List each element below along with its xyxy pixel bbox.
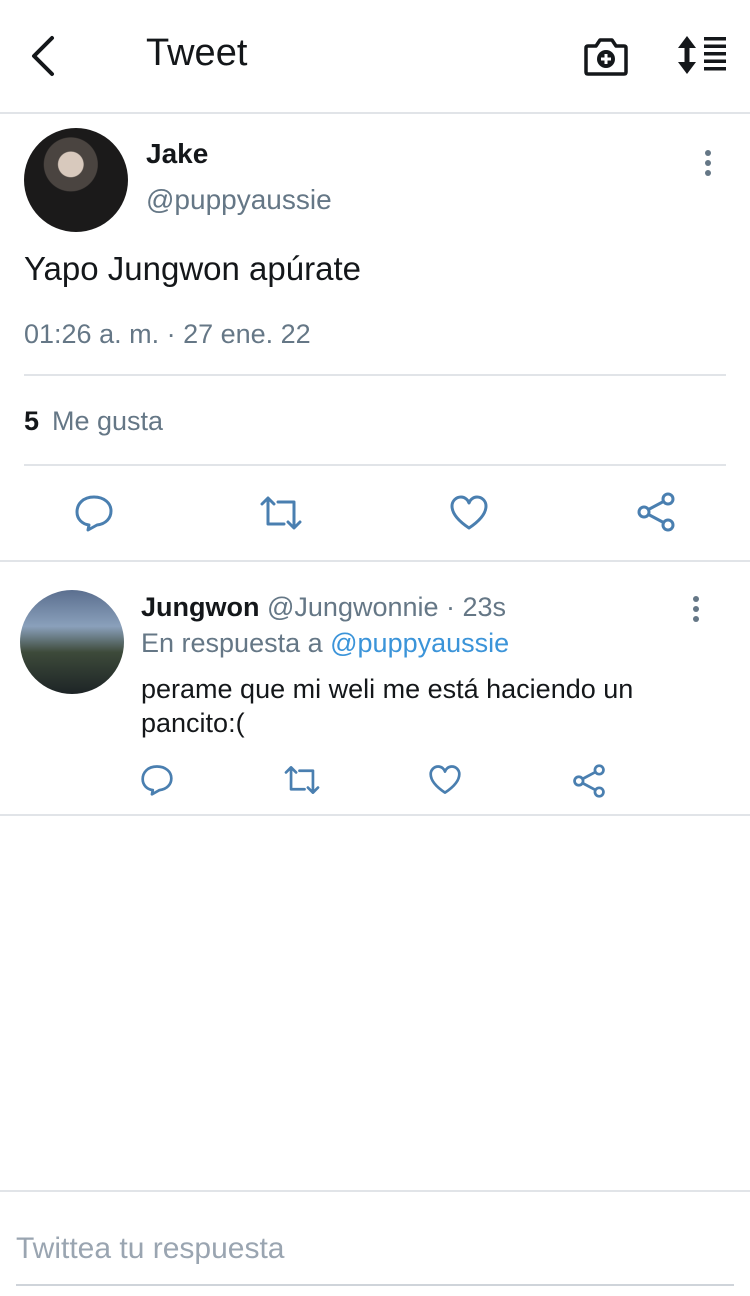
more-dot	[705, 170, 711, 176]
author-avatar[interactable]	[24, 128, 128, 232]
reply-icon	[75, 495, 113, 532]
more-dot	[705, 160, 711, 166]
more-dots-icon	[705, 150, 711, 156]
reply-button[interactable]	[74, 494, 114, 532]
reply-reply-button[interactable]	[140, 764, 174, 796]
likes-label[interactable]: Me gusta	[52, 406, 163, 437]
tweet-text: Yapo Jungwon apúrate	[24, 250, 361, 287]
in-reply-to-label: En respuesta a	[141, 628, 331, 658]
retweet-icon	[260, 496, 302, 530]
more-dot	[693, 606, 699, 612]
like-icon	[429, 765, 461, 794]
reply-header: Jungwon @Jungwonnie · 23s	[141, 592, 506, 623]
more-dots-icon	[693, 596, 699, 602]
retweet-icon	[284, 766, 320, 794]
more-options-button[interactable]	[702, 150, 714, 180]
tweet-timestamp: 01:26 a. m. · 27 ene. 22	[24, 319, 311, 349]
author-name[interactable]: Jake	[146, 138, 208, 170]
camera-button[interactable]	[582, 34, 630, 78]
author-handle[interactable]: @puppyaussie	[146, 184, 332, 216]
reply-author-handle[interactable]: @Jungwonnie	[267, 592, 439, 622]
sort-list-icon	[678, 36, 726, 74]
in-reply-to-mention[interactable]: @puppyaussie	[330, 628, 509, 658]
likes-count[interactable]: 5	[24, 406, 39, 437]
reply-author-avatar[interactable]	[20, 590, 124, 694]
retweet-button[interactable]	[258, 494, 304, 532]
reply-retweet-button[interactable]	[282, 764, 322, 796]
in-reply-to: En respuesta a @puppyaussie	[141, 628, 509, 659]
sort-button[interactable]	[676, 34, 728, 76]
reply-time: · 23s	[438, 592, 507, 622]
reply-composer	[0, 1190, 750, 1296]
share-button[interactable]	[636, 492, 676, 532]
chevron-left-icon	[32, 36, 54, 76]
top-bar: Tweet	[0, 0, 750, 114]
divider	[24, 374, 726, 376]
reply-input[interactable]	[16, 1214, 734, 1286]
reply-more-options-button[interactable]	[690, 596, 702, 626]
reply-icon	[141, 765, 173, 796]
like-icon	[450, 495, 488, 530]
reply-text: perame que mi weli me está haciendo un p…	[141, 674, 634, 738]
share-icon	[573, 764, 605, 798]
reply-like-button[interactable]	[428, 764, 462, 796]
main-tweet: Jake @puppyaussie Yapo Jungwon apúrate 0…	[0, 114, 750, 562]
page-title: Tweet	[146, 32, 248, 74]
like-button[interactable]	[449, 494, 489, 532]
share-icon	[637, 492, 675, 532]
reply-author-name[interactable]: Jungwon	[141, 592, 259, 622]
camera-add-icon	[584, 38, 628, 76]
more-dot	[693, 616, 699, 622]
back-button[interactable]	[22, 30, 68, 80]
reply-share-button[interactable]	[572, 764, 606, 798]
reply-tweet[interactable]: Jungwon @Jungwonnie · 23s En respuesta a…	[0, 562, 750, 816]
divider	[24, 464, 726, 466]
